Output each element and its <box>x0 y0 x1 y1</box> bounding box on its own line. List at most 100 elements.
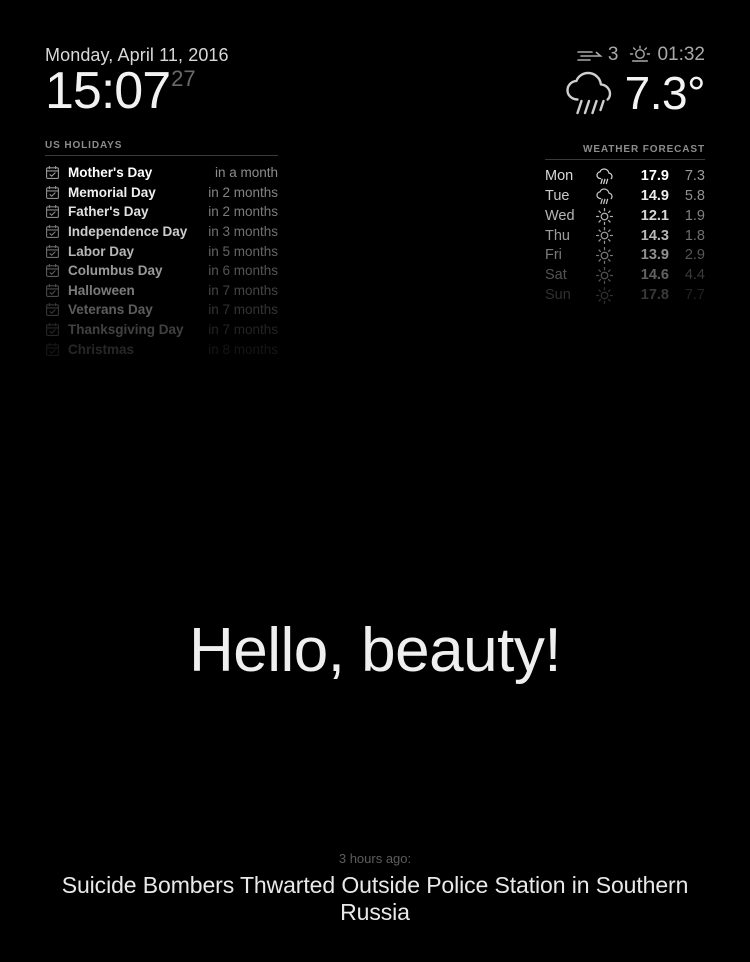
holiday-name: Thanksgiving Day <box>68 322 184 338</box>
holiday-row[interactable]: Labor Day in 5 months <box>45 241 278 261</box>
holiday-countdown: in 7 months <box>208 322 278 338</box>
forecast-high: 17.8 <box>640 287 669 304</box>
holiday-name: Labor Day <box>68 243 135 259</box>
news-panel[interactable]: 3 hours ago: Suicide Bombers Thwarted Ou… <box>0 851 750 926</box>
forecast-row: Sun 17.8 7.7 <box>545 286 705 306</box>
calendar-check-icon <box>45 224 68 239</box>
wind-speed-value: 3 <box>607 44 619 65</box>
holiday-countdown: in 2 months <box>208 184 278 200</box>
holiday-row[interactable]: Christmas in 8 months <box>45 339 278 359</box>
holidays-list: Mother's Day in a month Memorial Day in 2 m… <box>45 163 278 359</box>
forecast-low: 1.9 <box>684 207 705 224</box>
forecast-day: Thu <box>545 227 570 244</box>
holiday-countdown: in 7 months <box>208 302 278 318</box>
sun-icon <box>583 226 625 246</box>
forecast-row: Fri 13.9 2.9 <box>545 246 705 266</box>
holiday-countdown: in 2 months <box>208 204 278 220</box>
sun-icon <box>583 207 625 227</box>
holiday-name: Father's Day <box>68 204 149 220</box>
rain-cloud-icon <box>563 70 617 116</box>
holidays-panel: US Holidays Mother's Day in a month Memori… <box>45 140 278 359</box>
forecast-section-label: Weather Forecast <box>583 144 705 155</box>
forecast-low: 4.4 <box>684 267 705 284</box>
calendar-check-icon <box>45 185 68 200</box>
forecast-day: Mon <box>545 168 574 185</box>
calendar-check-icon <box>45 165 68 180</box>
news-timestamp: 3 hours ago: <box>338 851 412 866</box>
holiday-countdown: in 5 months <box>208 243 278 259</box>
rain-cloud-icon <box>583 167 625 187</box>
holiday-name: Independence Day <box>68 224 188 240</box>
holiday-name: Halloween <box>68 282 135 298</box>
sun-icon <box>583 246 625 266</box>
forecast-high: 12.1 <box>640 207 669 224</box>
forecast-low: 5.8 <box>684 187 705 204</box>
forecast-low: 7.7 <box>684 287 705 304</box>
calendar-check-icon <box>45 263 68 278</box>
weather-meta-row: 3 01:32 <box>563 42 705 68</box>
holiday-name: Veterans Day <box>68 302 153 318</box>
calendar-check-icon <box>45 283 68 298</box>
forecast-day: Tue <box>545 187 570 204</box>
holiday-row[interactable]: Veterans Day in 7 months <box>45 300 278 320</box>
time-seconds: 27 <box>171 65 196 91</box>
holiday-countdown: in 6 months <box>208 263 278 279</box>
holiday-name: Mother's Day <box>68 165 153 181</box>
sun-icon <box>583 286 625 306</box>
holiday-row[interactable]: Independence Day in 3 months <box>45 222 278 242</box>
wind-icon <box>577 47 603 64</box>
holiday-countdown: in 3 months <box>208 224 278 240</box>
calendar-check-icon <box>45 322 68 337</box>
forecast-row: Mon 17.9 7.3 <box>545 167 705 187</box>
holiday-countdown: in a month <box>214 165 278 181</box>
holiday-row[interactable]: Halloween in 7 months <box>45 281 278 301</box>
sunset-time-value: 01:32 <box>657 44 705 65</box>
forecast-day: Sat <box>545 267 567 284</box>
forecast-low: 7.3 <box>684 168 705 185</box>
forecast-low: 1.8 <box>684 227 705 244</box>
holiday-countdown: in 8 months <box>208 341 278 357</box>
holiday-row[interactable]: Columbus Day in 6 months <box>45 261 278 281</box>
current-weather-main: 7.3° <box>563 67 706 119</box>
clock-panel: Monday, April 11, 2016 15:0727 <box>45 44 335 117</box>
forecast-day: Sun <box>545 287 571 304</box>
holiday-row[interactable]: Thanksgiving Day in 7 months <box>45 320 278 340</box>
news-headline[interactable]: Suicide Bombers Thwarted Outside Police … <box>0 872 750 926</box>
forecast-row: Tue 14.9 5.8 <box>545 187 705 207</box>
forecast-day: Fri <box>545 247 562 264</box>
rain-cloud-icon <box>583 187 625 207</box>
greeting-text[interactable]: Hello, beauty! <box>0 615 750 686</box>
forecast-high: 14.6 <box>640 267 669 284</box>
calendar-check-icon <box>45 204 68 219</box>
forecast-low: 2.9 <box>684 247 705 264</box>
forecast-day: Wed <box>545 207 575 224</box>
current-time[interactable]: 15:0727 <box>45 65 335 117</box>
holiday-name: Columbus Day <box>68 263 163 279</box>
calendar-check-icon <box>45 302 68 317</box>
holidays-section-label: US Holidays <box>45 140 123 151</box>
holiday-countdown: in 7 months <box>208 282 278 298</box>
forecast-high: 17.9 <box>640 168 669 185</box>
forecast-high: 14.3 <box>640 227 669 244</box>
holidays-divider <box>45 155 278 156</box>
calendar-check-icon <box>45 342 68 357</box>
holiday-name: Memorial Day <box>68 184 156 200</box>
holiday-name: Christmas <box>68 341 135 357</box>
forecast-row: Sat 14.6 4.4 <box>545 266 705 286</box>
forecast-row: Wed 12.1 1.9 <box>545 207 705 227</box>
forecast-divider <box>545 159 705 160</box>
sunset-sun-icon <box>625 43 652 67</box>
holiday-row[interactable]: Memorial Day in 2 months <box>45 183 278 203</box>
holiday-row[interactable]: Mother's Day in a month <box>45 163 278 183</box>
forecast-high: 13.9 <box>640 247 669 264</box>
forecast-table: Mon 17.9 7.3 Tue 14.9 5.8 Wed 12.1 1.9 Thu 14.3 1.8… <box>545 167 705 306</box>
forecast-panel: Weather Forecast Mon 17.9 7.3 Tue 14.9 5.8 Wed… <box>545 144 705 306</box>
sun-icon <box>583 266 625 286</box>
forecast-high: 14.9 <box>640 187 669 204</box>
calendar-check-icon <box>45 244 68 259</box>
current-weather-panel[interactable]: 3 01:32 7.3° <box>563 42 706 119</box>
holiday-row[interactable]: Father's Day in 2 months <box>45 202 278 222</box>
time-hours-minutes: 15:07 <box>45 61 171 120</box>
current-temperature: 7.3° <box>624 67 706 119</box>
forecast-row: Thu 14.3 1.8 <box>545 226 705 246</box>
